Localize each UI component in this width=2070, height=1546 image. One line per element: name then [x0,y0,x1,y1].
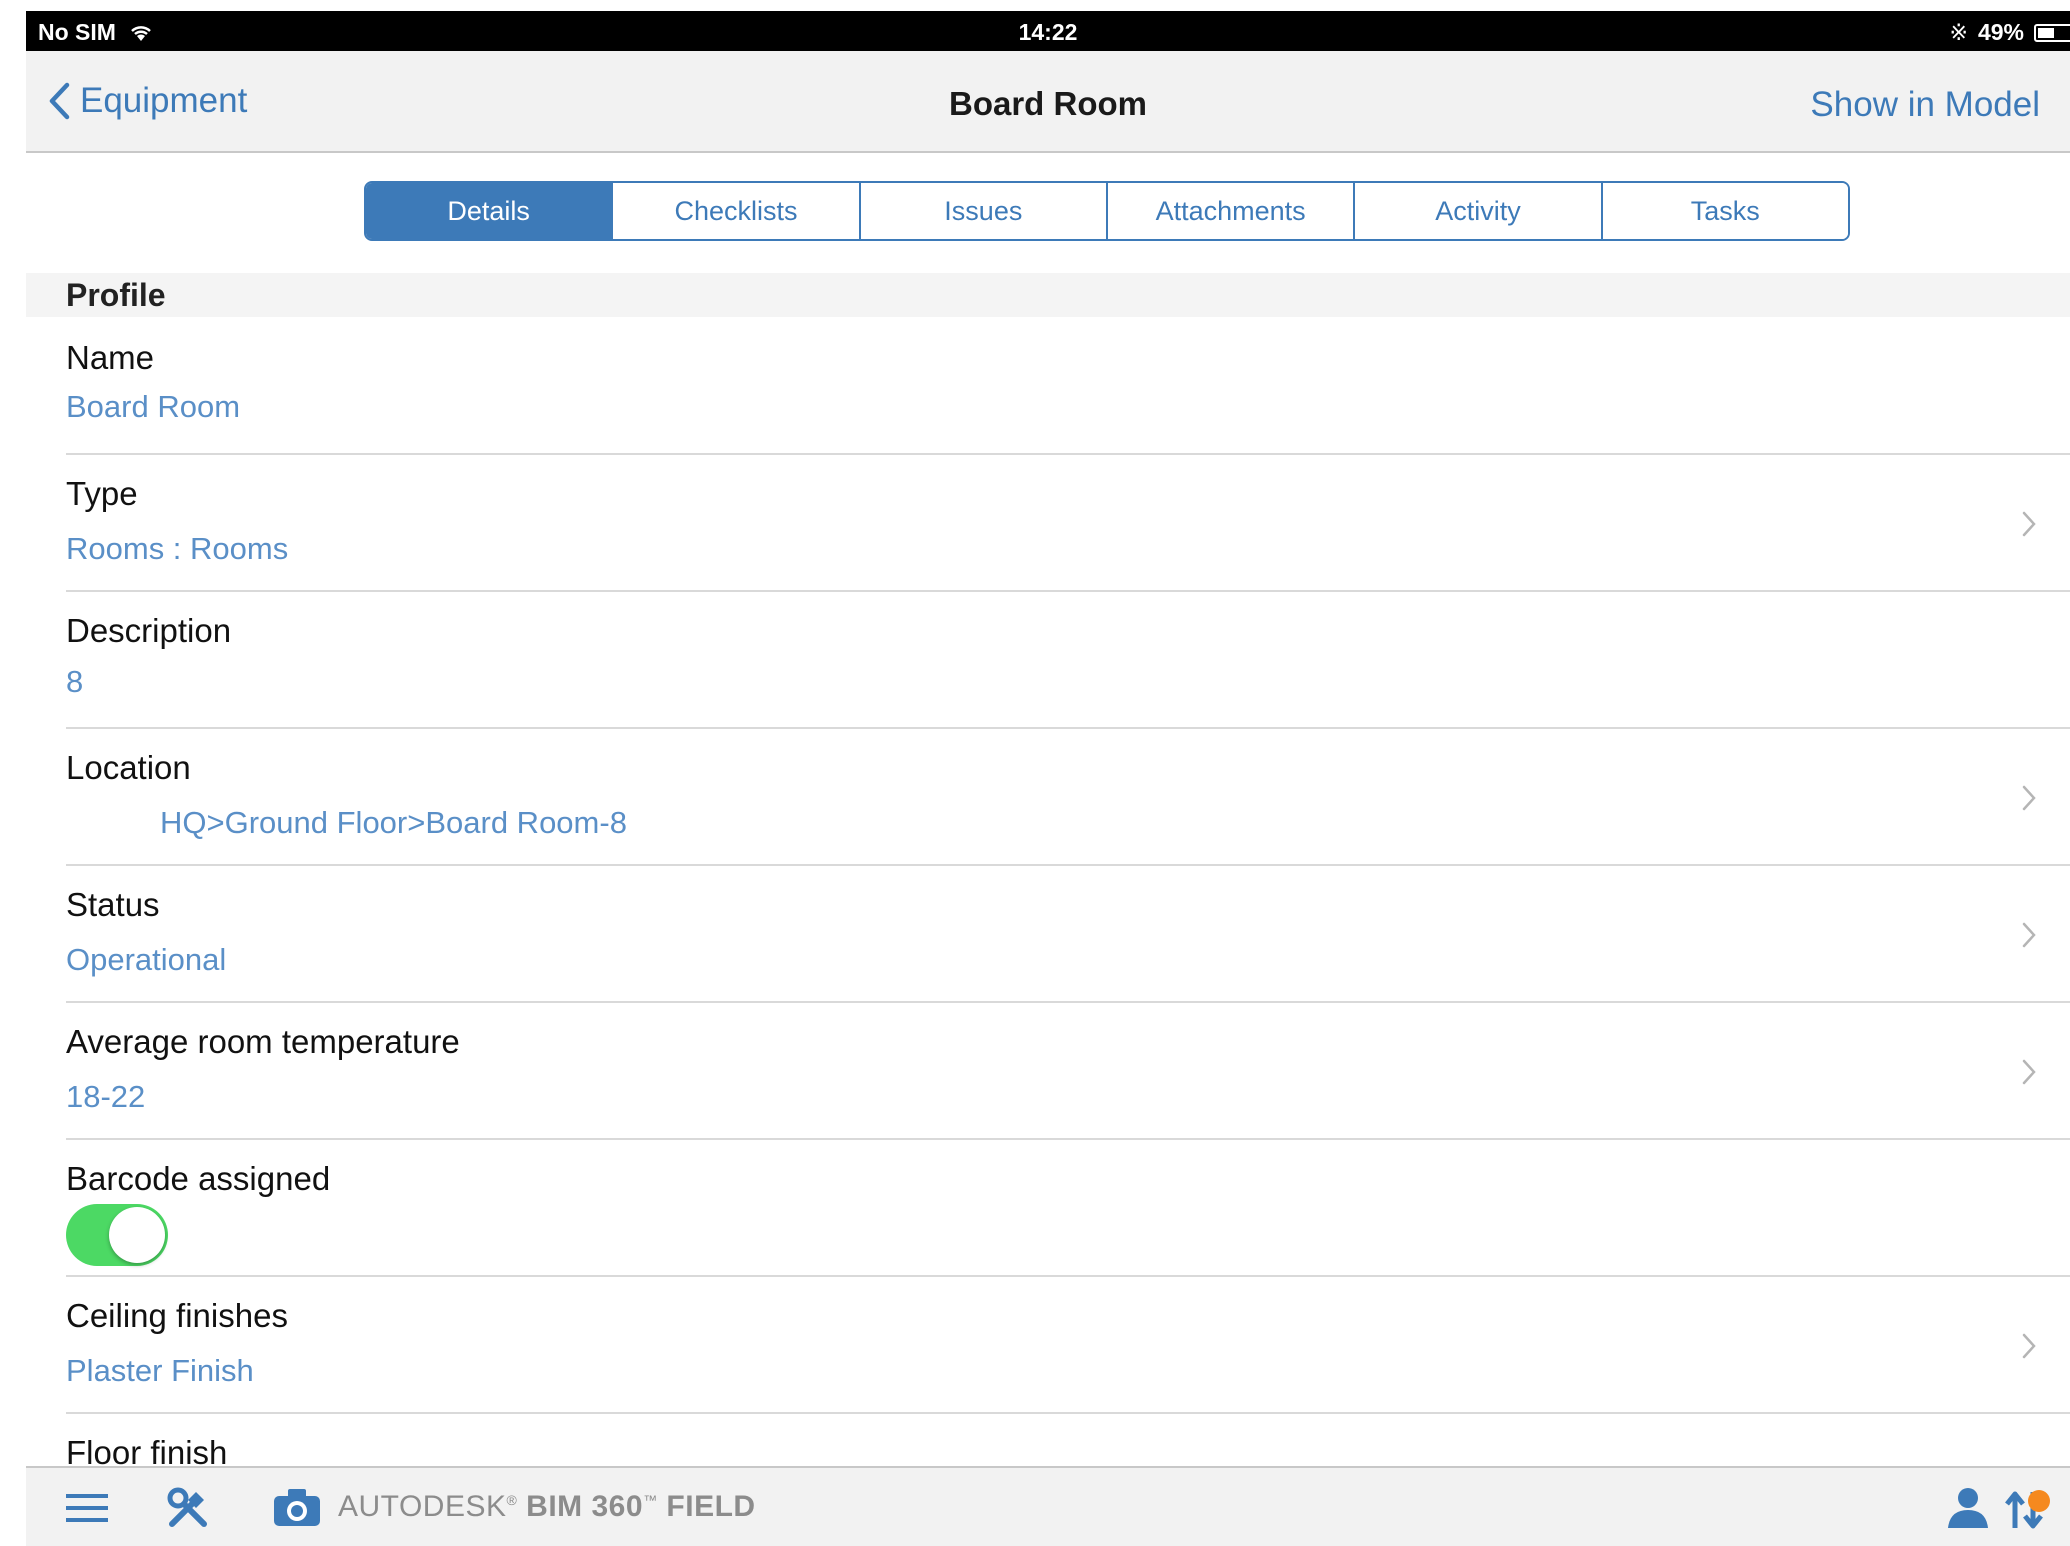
segmented-tabs: Details Checklists Issues Attachments Ac… [364,181,1850,241]
chevron-right-icon [2022,511,2036,537]
menu-icon[interactable] [66,1492,108,1524]
brand-logo: AUTODESK® BIM 360™ FIELD [338,1490,756,1523]
toggle-knob [109,1207,165,1263]
field-label: Name [66,339,155,376]
field-value: Rooms : Rooms [66,531,289,566]
clock: 14:22 [1018,19,1078,45]
navigation-bar: Equipment Board Room Show in Model [26,51,2070,153]
bluetooth-icon: ※ [1949,19,1968,45]
tab-tasks[interactable]: Tasks [1602,183,1848,239]
tools-icon[interactable] [166,1486,210,1530]
field-row-location[interactable]: Location HQ>Ground Floor>Board Room-8 [26,729,2070,866]
field-value: Plaster Finish [66,1353,254,1388]
field-label: Barcode assigned [66,1160,331,1197]
field-label: Location [66,749,191,786]
show-in-model-button[interactable]: Show in Model [1810,85,2040,125]
field-label: Average room temperature [66,1023,460,1060]
field-value: Board Room [66,389,241,424]
field-value: 8 [66,664,84,699]
field-value: HQ>Ground Floor>Board Room-8 [160,805,627,840]
field-row-barcode: Barcode assigned [26,1140,2070,1277]
field-row-ceiling[interactable]: Ceiling finishes Plaster Finish [26,1277,2070,1414]
field-row-type[interactable]: Type Rooms : Rooms [26,455,2070,592]
page-title: Board Room [949,85,1147,122]
barcode-toggle[interactable] [66,1204,168,1266]
field-value: Operational [66,942,227,977]
field-label: Status [66,886,160,923]
battery-percent: 49% [1977,19,2024,45]
user-icon[interactable] [1946,1486,1990,1530]
field-row-temperature[interactable]: Average room temperature 18-22 [26,1003,2070,1140]
camera-icon[interactable] [272,1486,322,1528]
tab-attachments[interactable]: Attachments [1107,183,1356,239]
section-header-profile: Profile [26,273,2070,317]
field-row-name: Name Board Room [26,317,2070,455]
notification-badge [2028,1490,2050,1512]
bottom-toolbar: AUTODESK® BIM 360™ FIELD [26,1466,2070,1546]
tab-checklists[interactable]: Checklists [613,183,861,239]
field-row-description: Description 8 [26,592,2070,729]
tab-activity[interactable]: Activity [1355,183,1603,239]
chevron-right-icon [2022,1059,2036,1085]
chevron-right-icon [2022,922,2036,948]
field-row-floor[interactable]: Floor finish [26,1414,2070,1471]
chevron-right-icon [2022,1333,2036,1359]
field-label: Ceiling finishes [66,1297,288,1334]
field-label: Description [66,612,232,649]
field-label: Type [66,475,138,512]
status-bar: No SIM 14:22 ※ 49% [26,11,2070,51]
battery-icon [2034,23,2070,42]
chevron-right-icon [2022,785,2036,811]
app-screen: No SIM 14:22 ※ 49% Equipment Board Room … [26,11,2070,1546]
field-row-status[interactable]: Status Operational [26,866,2070,1003]
tab-issues[interactable]: Issues [860,183,1108,239]
tab-details[interactable]: Details [366,183,614,239]
sync-button[interactable] [2004,1482,2054,1532]
field-value: 18-22 [66,1079,146,1114]
